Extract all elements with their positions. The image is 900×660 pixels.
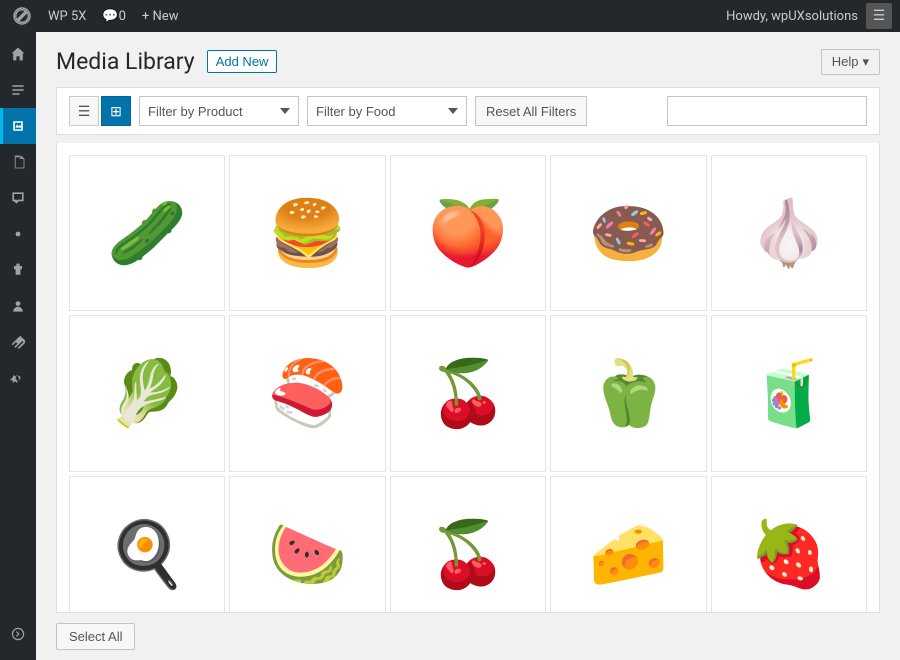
sidebar-item-settings[interactable] — [0, 360, 36, 396]
media-item[interactable]: 🍔 — [229, 155, 385, 311]
main-layout: Media Library Add New Help ▾ ☰ ⊞ Filter … — [0, 32, 900, 660]
food-image-6: 🍣 — [230, 316, 384, 470]
sidebar-item-comments[interactable] — [0, 180, 36, 216]
media-item[interactable]: 🥒 — [69, 155, 225, 311]
food-image-1: 🍔 — [230, 156, 384, 310]
media-item[interactable]: 🍣 — [229, 315, 385, 471]
food-image-14: 🍓 — [712, 477, 866, 613]
media-item[interactable]: 🍳 — [69, 476, 225, 613]
media-item[interactable]: 🍒 — [390, 476, 546, 613]
admin-bar: WP 5X 💬 0 + New Howdy, wpUXsolutions ☰ — [0, 0, 900, 32]
food-image-11: 🍉 — [230, 477, 384, 613]
sidebar-item-posts[interactable] — [0, 72, 36, 108]
sidebar-item-appearance[interactable] — [0, 216, 36, 252]
user-greeting: Howdy, wpUXsolutions — [718, 9, 866, 24]
page-header: Media Library Add New Help ▾ — [36, 32, 900, 87]
reset-all-filters-button[interactable]: Reset All Filters — [475, 96, 587, 126]
media-item[interactable]: 🧀 — [550, 476, 706, 613]
media-grid-container[interactable]: 🥒🍔🍑🍩🧄 🥬🍣🍒🫑🧃 🍳🍉🍒🧀🍓 — [56, 143, 880, 613]
new-content-button[interactable]: + New — [134, 0, 187, 32]
search-input[interactable] — [667, 96, 867, 126]
food-image-10: 🍳 — [70, 477, 224, 613]
media-item[interactable]: 🧄 — [711, 155, 867, 311]
sidebar-item-dashboard[interactable] — [0, 36, 36, 72]
filter-by-food-select[interactable]: Filter by Food — [307, 96, 467, 126]
food-image-9: 🧃 — [712, 316, 866, 470]
page-title: Media Library — [56, 48, 195, 75]
food-image-7: 🍒 — [391, 316, 545, 470]
sidebar-item-plugins[interactable] — [0, 252, 36, 288]
food-image-5: 🥬 — [70, 316, 224, 470]
select-all-button[interactable]: Select All — [56, 623, 135, 650]
sidebar — [0, 32, 36, 660]
food-image-4: 🧄 — [712, 156, 866, 310]
media-item[interactable]: 🫑 — [550, 315, 706, 471]
filter-by-product-select[interactable]: Filter by Product — [139, 96, 299, 126]
media-grid: 🥒🍔🍑🍩🧄 🥬🍣🍒🫑🧃 🍳🍉🍒🧀🍓 — [57, 143, 879, 613]
view-toggle: ☰ ⊞ — [69, 96, 131, 126]
media-item[interactable]: 🍩 — [550, 155, 706, 311]
food-image-0: 🥒 — [70, 156, 224, 310]
food-image-13: 🧀 — [551, 477, 705, 613]
comments-link[interactable]: 💬 0 — [94, 0, 134, 32]
sidebar-item-media[interactable] — [0, 108, 36, 144]
media-item[interactable]: 🍉 — [229, 476, 385, 613]
content-area: Media Library Add New Help ▾ ☰ ⊞ Filter … — [36, 32, 900, 660]
chevron-down-icon: ▾ — [862, 54, 869, 70]
help-button[interactable]: Help ▾ — [821, 49, 880, 75]
sidebar-item-users[interactable] — [0, 288, 36, 324]
sidebar-item-collapse[interactable] — [0, 616, 36, 652]
food-image-3: 🍩 — [551, 156, 705, 310]
food-image-2: 🍑 — [391, 156, 545, 310]
list-view-button[interactable]: ☰ — [69, 96, 99, 126]
site-name[interactable]: WP 5X — [40, 0, 94, 32]
media-item[interactable]: 🍓 — [711, 476, 867, 613]
media-item[interactable]: 🍑 — [390, 155, 546, 311]
media-item[interactable]: 🧃 — [711, 315, 867, 471]
sidebar-item-pages[interactable] — [0, 144, 36, 180]
footer-bar: Select All — [36, 613, 900, 660]
add-new-button[interactable]: Add New — [207, 50, 278, 73]
admin-bar-right: Howdy, wpUXsolutions ☰ — [718, 3, 892, 29]
user-avatar[interactable]: ☰ — [866, 3, 892, 29]
media-item[interactable]: 🍒 — [390, 315, 546, 471]
media-item[interactable]: 🥬 — [69, 315, 225, 471]
food-image-8: 🫑 — [551, 316, 705, 470]
food-image-12: 🍒 — [391, 477, 545, 613]
sidebar-item-tools[interactable] — [0, 324, 36, 360]
wp-logo-icon[interactable] — [8, 0, 36, 32]
grid-view-button[interactable]: ⊞ — [101, 96, 131, 126]
media-toolbar: ☰ ⊞ Filter by Product Filter by Food Res… — [56, 87, 880, 135]
